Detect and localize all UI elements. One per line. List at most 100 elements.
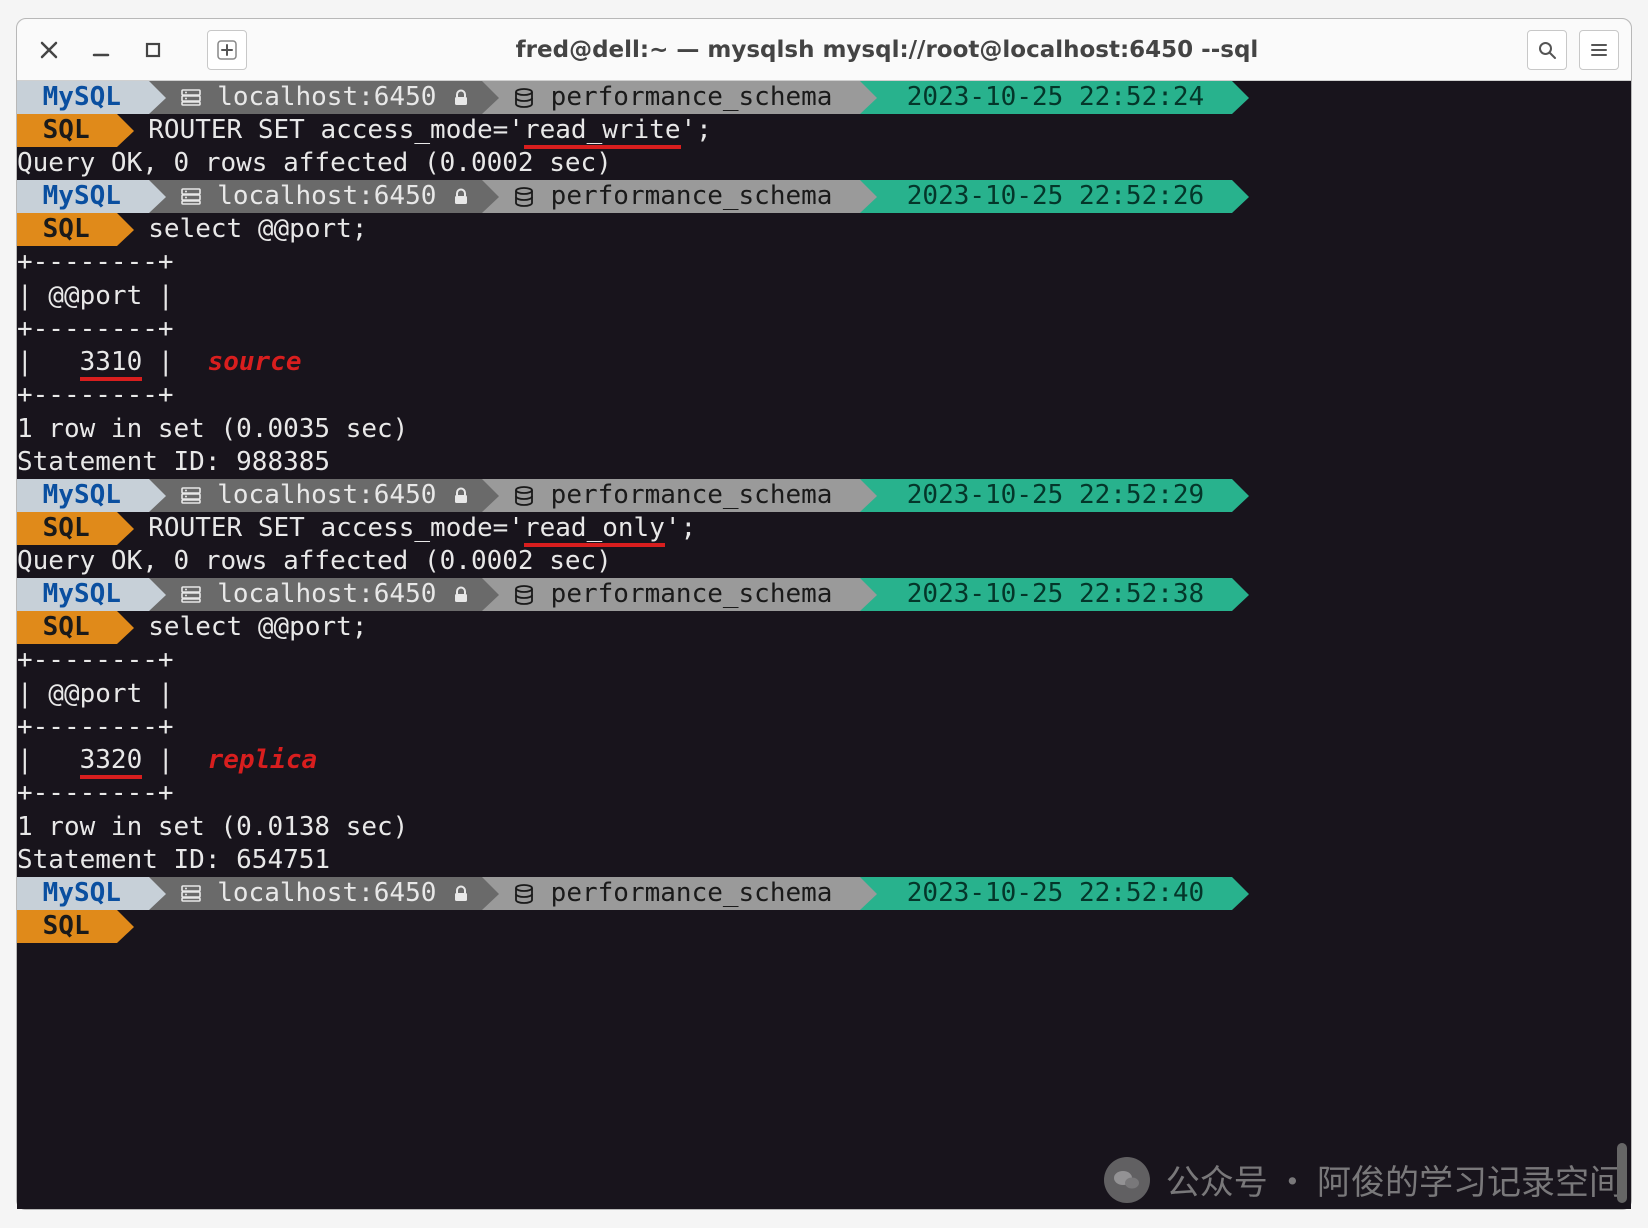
- arrow-icon: [1232, 81, 1249, 114]
- server-icon: [180, 584, 202, 606]
- scrollbar-track[interactable]: [1615, 81, 1629, 1209]
- highlighted-value: read_only: [524, 513, 665, 547]
- table-row: | 3310 |source: [17, 346, 1631, 379]
- table-sep: +--------+: [17, 777, 1631, 810]
- port-value: 3310: [80, 347, 143, 381]
- plus-icon: [217, 40, 237, 60]
- maximize-button[interactable]: [133, 30, 173, 70]
- search-button[interactable]: [1527, 30, 1567, 70]
- arrow-icon: [117, 213, 134, 246]
- arrow-icon: [149, 877, 166, 910]
- server-icon: [180, 883, 202, 905]
- scrollbar-thumb[interactable]: [1617, 1143, 1627, 1203]
- prompt-row: MySQL localhost:6450 performance_schema …: [17, 180, 1631, 213]
- sql-prompt-row: SQL: [17, 910, 1631, 943]
- minimize-icon: [92, 41, 110, 59]
- arrow-icon: [1232, 479, 1249, 512]
- output-line: 1 row in set (0.0035 sec): [17, 413, 1631, 446]
- sql-command: ROUTER SET access_mode='read_write';: [134, 114, 712, 147]
- db-icon: [513, 87, 535, 109]
- seg-timestamp: 2023-10-25 22:52:40: [877, 877, 1232, 910]
- new-tab-button[interactable]: [207, 30, 247, 70]
- arrow-icon: [860, 479, 877, 512]
- seg-sql: SQL: [17, 910, 117, 943]
- close-button[interactable]: [29, 30, 69, 70]
- seg-mysql: MySQL: [17, 479, 149, 512]
- arrow-icon: [149, 81, 166, 114]
- seg-host: localhost:6450: [166, 180, 482, 213]
- seg-mysql: MySQL: [17, 578, 149, 611]
- seg-schema: performance_schema: [499, 877, 860, 910]
- table-sep: +--------+: [17, 379, 1631, 412]
- table-header: | @@port |: [17, 678, 1631, 711]
- maximize-icon: [145, 42, 161, 58]
- arrow-icon: [860, 877, 877, 910]
- db-icon: [513, 186, 535, 208]
- terminal-body[interactable]: MySQL localhost:6450 performance_schema …: [17, 81, 1631, 1209]
- hamburger-icon: [1589, 40, 1609, 60]
- output-line: Statement ID: 988385: [17, 446, 1631, 479]
- sql-command: select @@port;: [134, 611, 367, 644]
- highlighted-value: read_write: [524, 115, 681, 149]
- arrow-icon: [482, 81, 499, 114]
- titlebar: fred@dell:~ — mysqlsh mysql://root@local…: [17, 19, 1631, 81]
- wechat-icon: [1104, 1157, 1150, 1203]
- watermark: 公众号 · 阿俊的学习记录空间: [1104, 1157, 1623, 1203]
- arrow-icon: [482, 578, 499, 611]
- arrow-icon: [860, 81, 877, 114]
- db-icon: [513, 883, 535, 905]
- arrow-icon: [1232, 180, 1249, 213]
- lock-icon: [452, 586, 470, 604]
- minimize-button[interactable]: [81, 30, 121, 70]
- prompt-row: MySQL localhost:6450 performance_schema …: [17, 877, 1631, 910]
- arrow-icon: [117, 512, 134, 545]
- sql-prompt-row: SQL ROUTER SET access_mode='read_write';: [17, 114, 1631, 147]
- output-line: Query OK, 0 rows affected (0.0002 sec): [17, 147, 1631, 180]
- table-sep: +--------+: [17, 711, 1631, 744]
- seg-mysql: MySQL: [17, 81, 149, 114]
- seg-mysql: MySQL: [17, 877, 149, 910]
- seg-sql: SQL: [17, 611, 117, 644]
- arrow-icon: [482, 877, 499, 910]
- seg-mysql: MySQL: [17, 180, 149, 213]
- arrow-icon: [860, 180, 877, 213]
- window-title: fred@dell:~ — mysqlsh mysql://root@local…: [259, 37, 1515, 63]
- db-icon: [513, 485, 535, 507]
- db-icon: [513, 584, 535, 606]
- server-icon: [180, 186, 202, 208]
- seg-schema: performance_schema: [499, 180, 860, 213]
- seg-schema: performance_schema: [499, 81, 860, 114]
- seg-timestamp: 2023-10-25 22:52:29: [877, 479, 1232, 512]
- seg-sql: SQL: [17, 114, 117, 147]
- sql-command: [134, 910, 148, 943]
- arrow-icon: [117, 910, 134, 943]
- arrow-icon: [860, 578, 877, 611]
- sql-prompt-row: SQL select @@port;: [17, 213, 1631, 246]
- seg-host: localhost:6450: [166, 578, 482, 611]
- table-row: | 3320 |replica: [17, 744, 1631, 777]
- seg-schema: performance_schema: [499, 479, 860, 512]
- arrow-icon: [149, 578, 166, 611]
- seg-timestamp: 2023-10-25 22:52:24: [877, 81, 1232, 114]
- output-line: 1 row in set (0.0138 sec): [17, 811, 1631, 844]
- lock-icon: [452, 188, 470, 206]
- terminal-window: fred@dell:~ — mysqlsh mysql://root@local…: [16, 18, 1632, 1210]
- seg-timestamp: 2023-10-25 22:52:38: [877, 578, 1232, 611]
- arrow-icon: [482, 180, 499, 213]
- prompt-row: MySQL localhost:6450 performance_schema …: [17, 81, 1631, 114]
- output-line: Query OK, 0 rows affected (0.0002 sec): [17, 545, 1631, 578]
- arrow-icon: [117, 611, 134, 644]
- seg-sql: SQL: [17, 512, 117, 545]
- close-icon: [40, 41, 58, 59]
- annotation-label: source: [174, 347, 302, 377]
- seg-timestamp: 2023-10-25 22:52:26: [877, 180, 1232, 213]
- lock-icon: [452, 885, 470, 903]
- table-header: | @@port |: [17, 280, 1631, 313]
- menu-button[interactable]: [1579, 30, 1619, 70]
- table-sep: +--------+: [17, 246, 1631, 279]
- arrow-icon: [117, 114, 134, 147]
- seg-sql: SQL: [17, 213, 117, 246]
- sql-prompt-row: SQL ROUTER SET access_mode='read_only';: [17, 512, 1631, 545]
- watermark-text: 公众号 · 阿俊的学习记录空间: [1166, 1158, 1623, 1202]
- arrow-icon: [1232, 578, 1249, 611]
